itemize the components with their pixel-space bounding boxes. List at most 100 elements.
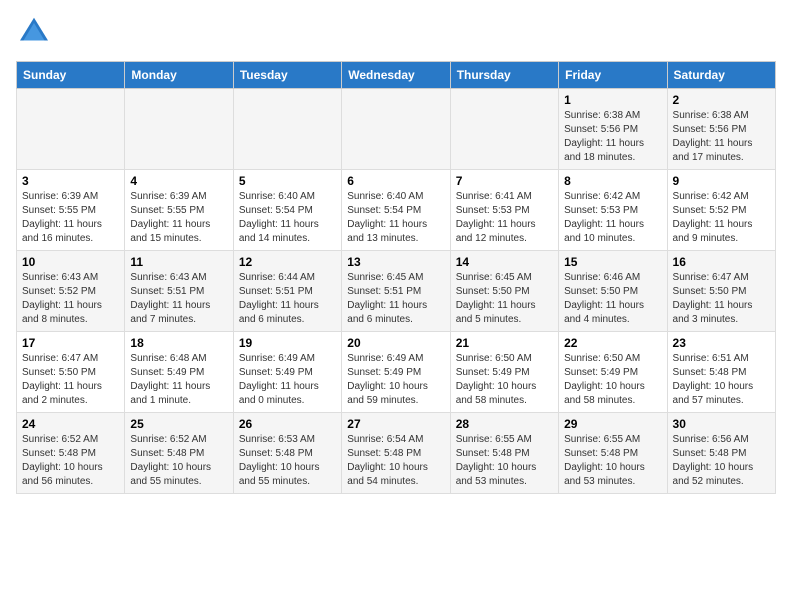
logo-icon	[18, 16, 50, 44]
calendar-week-row: 24 Sunrise: 6:52 AM Sunset: 5:48 PM Dayli…	[17, 413, 776, 494]
calendar-cell: 12Sunrise: 6:44 AM Sunset: 5:51 PM Dayli…	[233, 251, 341, 332]
day-info: Sunrise: 6:55 AM Sunset: 5:48 PM Dayligh…	[564, 433, 661, 489]
day-number: 15	[564, 255, 661, 269]
day-number: 7	[456, 174, 553, 188]
calendar-cell	[17, 89, 125, 170]
day-number: 4	[130, 174, 227, 188]
day-number: 22	[564, 336, 661, 350]
day-info: Sunrise: 6:38 AM Sunset: 5:56 PM Dayligh…	[673, 109, 770, 165]
calendar-week-row: 17 Sunrise: 6:47 AM Sunset: 5:50 PM Dayli…	[17, 332, 776, 413]
weekday-header: Sunday	[17, 62, 125, 89]
day-number: 24	[22, 417, 119, 431]
calendar-cell: 19 Sunrise: 6:49 AM Sunset: 5:49 PM Dayli…	[233, 332, 341, 413]
day-number: 30	[673, 417, 770, 431]
day-info: Sunrise: 6:47 AM Sunset: 5:50 PM Dayligh…	[673, 271, 770, 327]
day-number: 20	[347, 336, 444, 350]
calendar-cell: 25 Sunrise: 6:52 AM Sunset: 5:48 PM Dayli…	[125, 413, 233, 494]
day-number: 14	[456, 255, 553, 269]
day-info: Sunrise: 6:47 AM Sunset: 5:50 PM Dayligh…	[22, 352, 119, 408]
day-info: Sunrise: 6:53 AM Sunset: 5:48 PM Dayligh…	[239, 433, 336, 489]
calendar-cell: 14 Sunrise: 6:45 AM Sunset: 5:50 PM Dayli…	[450, 251, 558, 332]
weekday-header: Monday	[125, 62, 233, 89]
day-number: 9	[673, 174, 770, 188]
calendar-cell: 30 Sunrise: 6:56 AM Sunset: 5:48 PM Dayli…	[667, 413, 775, 494]
calendar-cell: 29Sunrise: 6:55 AM Sunset: 5:48 PM Dayli…	[559, 413, 667, 494]
calendar-cell	[342, 89, 450, 170]
day-info: Sunrise: 6:42 AM Sunset: 5:53 PM Dayligh…	[564, 190, 661, 246]
day-info: Sunrise: 6:39 AM Sunset: 5:55 PM Dayligh…	[130, 190, 227, 246]
calendar-cell: 20 Sunrise: 6:49 AM Sunset: 5:49 PM Dayli…	[342, 332, 450, 413]
calendar-week-row: 10 Sunrise: 6:43 AM Sunset: 5:52 PM Dayli…	[17, 251, 776, 332]
day-number: 23	[673, 336, 770, 350]
day-info: Sunrise: 6:46 AM Sunset: 5:50 PM Dayligh…	[564, 271, 661, 327]
calendar-cell: 5Sunrise: 6:40 AM Sunset: 5:54 PM Daylig…	[233, 170, 341, 251]
calendar-cell: 23 Sunrise: 6:51 AM Sunset: 5:48 PM Dayli…	[667, 332, 775, 413]
day-info: Sunrise: 6:41 AM Sunset: 5:53 PM Dayligh…	[456, 190, 553, 246]
calendar-week-row: 3 Sunrise: 6:39 AM Sunset: 5:55 PM Daylig…	[17, 170, 776, 251]
day-number: 11	[130, 255, 227, 269]
day-number: 13	[347, 255, 444, 269]
calendar-cell: 7 Sunrise: 6:41 AM Sunset: 5:53 PM Daylig…	[450, 170, 558, 251]
calendar-cell: 26 Sunrise: 6:53 AM Sunset: 5:48 PM Dayli…	[233, 413, 341, 494]
calendar-cell: 17 Sunrise: 6:47 AM Sunset: 5:50 PM Dayli…	[17, 332, 125, 413]
day-info: Sunrise: 6:51 AM Sunset: 5:48 PM Dayligh…	[673, 352, 770, 408]
weekday-header: Thursday	[450, 62, 558, 89]
logo	[16, 16, 50, 49]
day-info: Sunrise: 6:50 AM Sunset: 5:49 PM Dayligh…	[456, 352, 553, 408]
day-number: 26	[239, 417, 336, 431]
calendar-cell	[233, 89, 341, 170]
weekday-header: Tuesday	[233, 62, 341, 89]
calendar-cell: 6 Sunrise: 6:40 AM Sunset: 5:54 PM Daylig…	[342, 170, 450, 251]
day-number: 2	[673, 93, 770, 107]
day-info: Sunrise: 6:49 AM Sunset: 5:49 PM Dayligh…	[347, 352, 444, 408]
calendar-cell: 1 Sunrise: 6:38 AM Sunset: 5:56 PM Daylig…	[559, 89, 667, 170]
day-number: 10	[22, 255, 119, 269]
calendar-cell: 10 Sunrise: 6:43 AM Sunset: 5:52 PM Dayli…	[17, 251, 125, 332]
calendar-cell: 13 Sunrise: 6:45 AM Sunset: 5:51 PM Dayli…	[342, 251, 450, 332]
day-number: 6	[347, 174, 444, 188]
calendar-cell: 4 Sunrise: 6:39 AM Sunset: 5:55 PM Daylig…	[125, 170, 233, 251]
calendar-cell: 8 Sunrise: 6:42 AM Sunset: 5:53 PM Daylig…	[559, 170, 667, 251]
day-info: Sunrise: 6:39 AM Sunset: 5:55 PM Dayligh…	[22, 190, 119, 246]
day-info: Sunrise: 6:52 AM Sunset: 5:48 PM Dayligh…	[130, 433, 227, 489]
calendar-cell: 24 Sunrise: 6:52 AM Sunset: 5:48 PM Dayli…	[17, 413, 125, 494]
day-number: 8	[564, 174, 661, 188]
day-number: 12	[239, 255, 336, 269]
page-header	[16, 16, 776, 49]
calendar-cell: 28 Sunrise: 6:55 AM Sunset: 5:48 PM Dayli…	[450, 413, 558, 494]
day-number: 17	[22, 336, 119, 350]
calendar-cell: 9 Sunrise: 6:42 AM Sunset: 5:52 PM Daylig…	[667, 170, 775, 251]
day-info: Sunrise: 6:52 AM Sunset: 5:48 PM Dayligh…	[22, 433, 119, 489]
calendar-cell	[125, 89, 233, 170]
day-number: 16	[673, 255, 770, 269]
day-info: Sunrise: 6:49 AM Sunset: 5:49 PM Dayligh…	[239, 352, 336, 408]
calendar-cell: 21 Sunrise: 6:50 AM Sunset: 5:49 PM Dayli…	[450, 332, 558, 413]
day-info: Sunrise: 6:45 AM Sunset: 5:50 PM Dayligh…	[456, 271, 553, 327]
day-number: 27	[347, 417, 444, 431]
day-number: 1	[564, 93, 661, 107]
day-info: Sunrise: 6:42 AM Sunset: 5:52 PM Dayligh…	[673, 190, 770, 246]
weekday-header: Wednesday	[342, 62, 450, 89]
day-info: Sunrise: 6:43 AM Sunset: 5:52 PM Dayligh…	[22, 271, 119, 327]
day-info: Sunrise: 6:48 AM Sunset: 5:49 PM Dayligh…	[130, 352, 227, 408]
calendar-cell: 2 Sunrise: 6:38 AM Sunset: 5:56 PM Daylig…	[667, 89, 775, 170]
calendar-week-row: 1 Sunrise: 6:38 AM Sunset: 5:56 PM Daylig…	[17, 89, 776, 170]
calendar-cell: 16 Sunrise: 6:47 AM Sunset: 5:50 PM Dayli…	[667, 251, 775, 332]
day-number: 21	[456, 336, 553, 350]
calendar-cell: 27Sunrise: 6:54 AM Sunset: 5:48 PM Dayli…	[342, 413, 450, 494]
calendar-cell: 15 Sunrise: 6:46 AM Sunset: 5:50 PM Dayli…	[559, 251, 667, 332]
day-number: 28	[456, 417, 553, 431]
day-number: 19	[239, 336, 336, 350]
day-number: 3	[22, 174, 119, 188]
day-info: Sunrise: 6:56 AM Sunset: 5:48 PM Dayligh…	[673, 433, 770, 489]
day-number: 25	[130, 417, 227, 431]
day-info: Sunrise: 6:50 AM Sunset: 5:49 PM Dayligh…	[564, 352, 661, 408]
weekday-header: Saturday	[667, 62, 775, 89]
day-info: Sunrise: 6:55 AM Sunset: 5:48 PM Dayligh…	[456, 433, 553, 489]
day-info: Sunrise: 6:43 AM Sunset: 5:51 PM Dayligh…	[130, 271, 227, 327]
day-number: 18	[130, 336, 227, 350]
day-info: Sunrise: 6:45 AM Sunset: 5:51 PM Dayligh…	[347, 271, 444, 327]
weekday-header: Friday	[559, 62, 667, 89]
day-info: Sunrise: 6:38 AM Sunset: 5:56 PM Dayligh…	[564, 109, 661, 165]
day-info: Sunrise: 6:40 AM Sunset: 5:54 PM Dayligh…	[347, 190, 444, 246]
